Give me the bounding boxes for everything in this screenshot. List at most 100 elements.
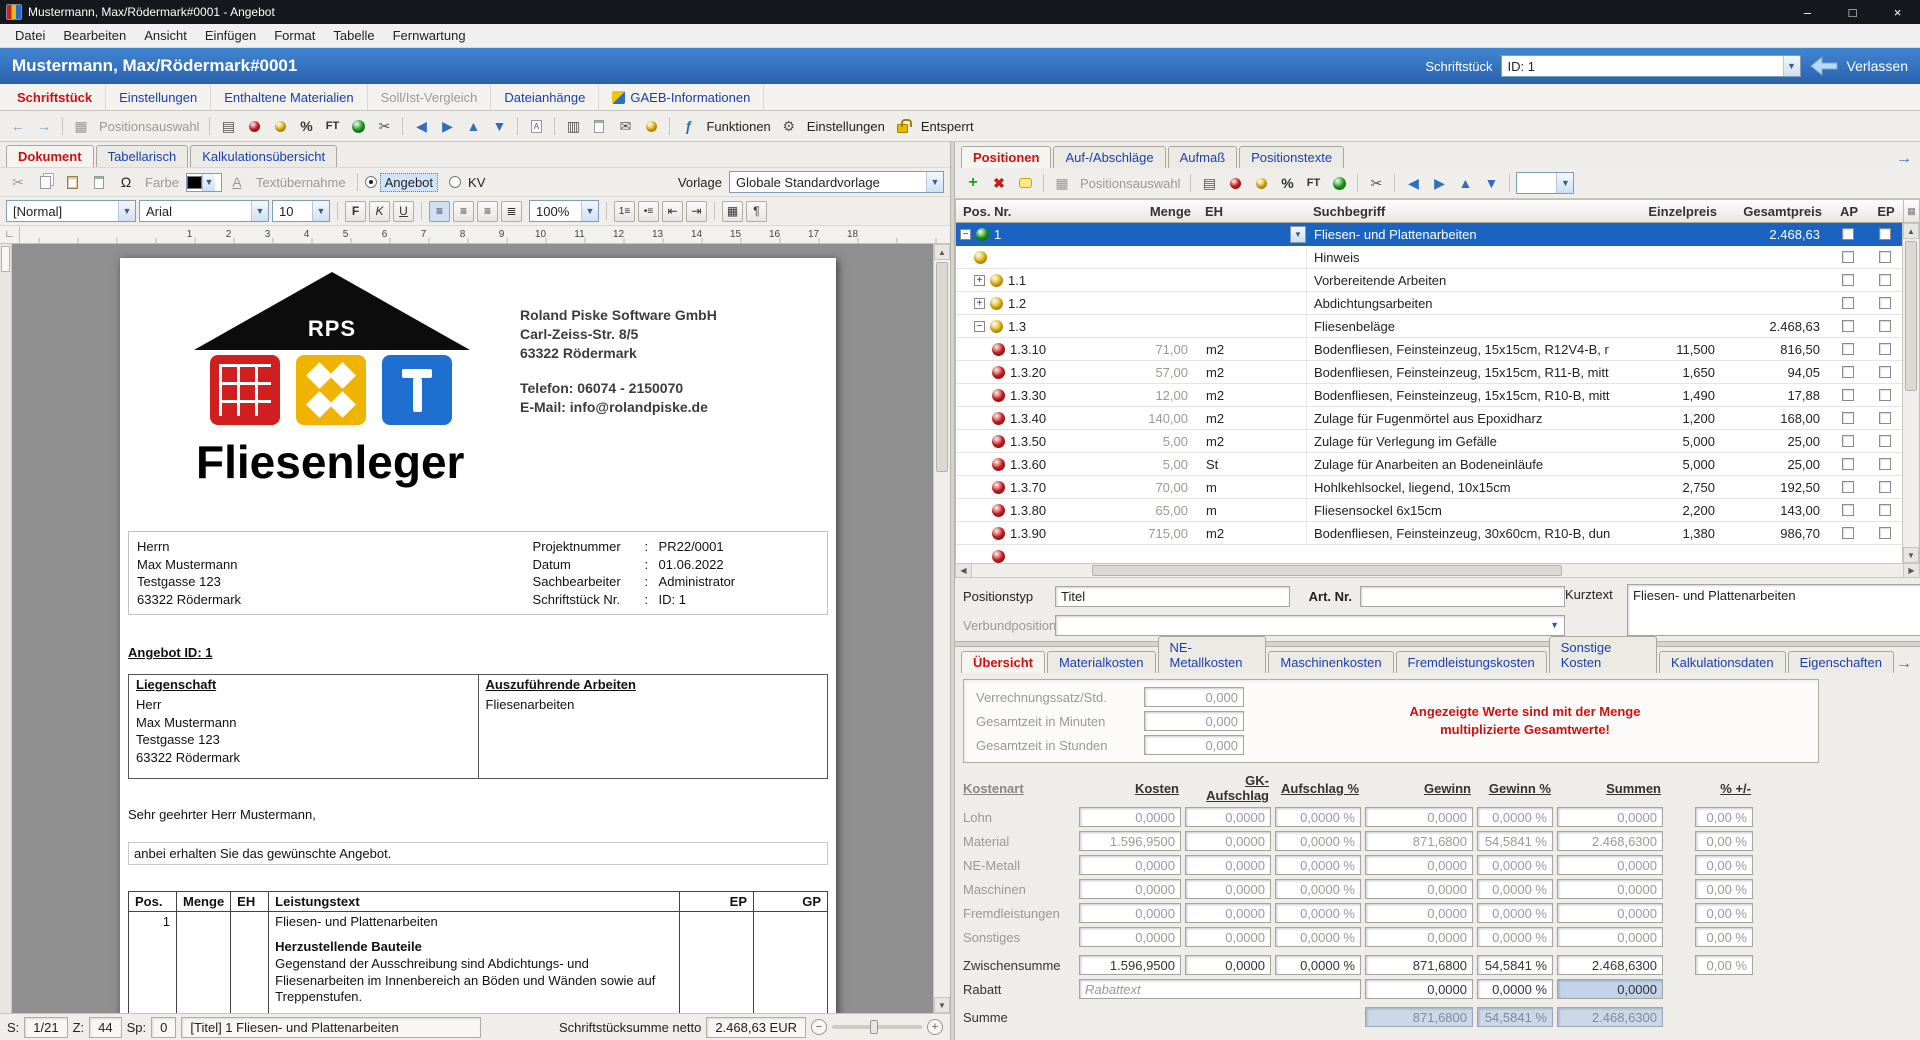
summen-field[interactable]: 2.468,6300 (1557, 955, 1663, 975)
ap-checkbox[interactable] (1842, 251, 1854, 263)
percent-icon[interactable]: % (1275, 172, 1299, 194)
summen-field[interactable]: 0,0000 (1557, 879, 1663, 899)
back-arrow-icon[interactable] (1809, 56, 1839, 76)
zoom-out-icon[interactable]: − (811, 1019, 827, 1035)
chevron-down-icon[interactable]: ▼ (581, 201, 598, 221)
ap-checkbox[interactable] (1842, 435, 1854, 447)
table-grid-icon[interactable]: ▦ (722, 201, 743, 222)
gesamtzeit-stunden-field[interactable]: 0,000 (1144, 735, 1244, 755)
tab-stop-selector[interactable]: ∟ (0, 226, 20, 243)
expand-icon[interactable] (974, 298, 985, 309)
chevron-down-icon[interactable]: ▼ (1556, 173, 1573, 193)
position-row-title[interactable]: 1 ▼ Fliesen- und Plattenarbeiten 2.468,6… (956, 223, 1902, 246)
tab-positionen[interactable]: Positionen (961, 146, 1051, 168)
pct-change-field[interactable]: 0,00 % (1695, 855, 1753, 875)
summen-field[interactable]: 0,0000 (1557, 927, 1663, 947)
tab-aufmass[interactable]: Aufmaß (1168, 146, 1238, 168)
summen-field[interactable]: 0,0000 (1557, 807, 1663, 827)
col-suchbegriff[interactable]: Suchbegriff (1306, 204, 1629, 219)
positions-vertical-scrollbar[interactable]: ▲ ▼ (1902, 223, 1919, 563)
gewinn-field[interactable]: 871,6800 (1365, 831, 1473, 851)
panel-expand-icon[interactable]: → (1896, 150, 1914, 168)
cut-icon[interactable]: ✂ (6, 171, 30, 193)
col-menge[interactable]: Menge (1106, 204, 1198, 219)
position-row-item[interactable]: 1.3.50 5,00 m2 Zulage für Verlegung im G… (956, 430, 1902, 453)
document-page[interactable]: RPS Fliesenleger (120, 258, 836, 1013)
entsperrt-button[interactable]: Entsperrt (917, 119, 978, 134)
tab-ne-metallkosten[interactable]: NE-Metallkosten (1158, 636, 1267, 673)
percent-icon[interactable]: % (294, 115, 318, 137)
gewinn-pct-field[interactable]: 0,0000 % (1477, 979, 1553, 999)
angebot-radio[interactable] (365, 176, 377, 188)
scroll-right-icon[interactable]: ▶ (1903, 564, 1919, 577)
chevron-down-icon[interactable]: ▼ (1783, 56, 1800, 76)
funktionen-button[interactable]: Funktionen (702, 119, 774, 134)
position-row-group[interactable]: 1.2 Abdichtungsarbeiten (956, 292, 1902, 315)
scrollbar-thumb[interactable] (1905, 241, 1917, 391)
ap-checkbox[interactable] (1842, 527, 1854, 539)
scroll-down-icon[interactable]: ▼ (934, 997, 950, 1013)
gewinn-field[interactable]: 0,0000 (1365, 807, 1473, 827)
ep-checkbox[interactable] (1879, 251, 1891, 263)
aufschlag-pct-field[interactable]: 0,0000 % (1275, 831, 1361, 851)
nav-left-icon[interactable]: ◀ (1401, 172, 1425, 194)
report-icon[interactable]: ▥ (561, 115, 585, 137)
scroll-down-icon[interactable]: ▼ (1903, 547, 1919, 563)
print-icon[interactable]: ▤ (1197, 172, 1221, 194)
tab-tabellarisch[interactable]: Tabellarisch (96, 145, 189, 167)
gewinn-pct-field[interactable]: 0,0000 % (1477, 903, 1553, 923)
ep-checkbox[interactable] (1879, 389, 1891, 401)
nav-left-icon[interactable]: ◀ (409, 115, 433, 137)
gk-aufschlag-field[interactable]: 0,0000 (1185, 807, 1271, 827)
globe-icon[interactable] (346, 115, 370, 137)
gk-aufschlag-field[interactable]: 0,0000 (1185, 831, 1271, 851)
bullet-list-icon[interactable]: •≡ (638, 201, 659, 222)
document-vertical-scrollbar[interactable]: ▲ ▼ (933, 244, 950, 1013)
col-pos-nr[interactable]: Pos. Nr. (956, 204, 1106, 219)
tab-uebersicht[interactable]: Übersicht (961, 651, 1045, 673)
expand-icon[interactable] (974, 275, 985, 286)
gewinn-pct-field[interactable]: 0,0000 % (1477, 855, 1553, 875)
indent-decrease-icon[interactable]: ⇤ (662, 201, 683, 222)
chevron-down-icon[interactable]: ▼ (1550, 620, 1559, 630)
col-gesamtpreis[interactable]: Gesamtpreis (1724, 204, 1829, 219)
zoom-slider[interactable] (832, 1025, 922, 1029)
pct-change-field[interactable]: 0,00 % (1695, 879, 1753, 899)
copy-icon[interactable] (33, 171, 57, 193)
nav-down-icon[interactable]: ▼ (1479, 172, 1503, 194)
indent-increase-icon[interactable]: ⇥ (686, 201, 707, 222)
document-scroll-area[interactable]: RPS Fliesenleger (12, 244, 933, 1013)
scroll-up-icon[interactable]: ▲ (934, 244, 950, 260)
position-row-item[interactable]: 1.3.30 12,00 m2 Bodenfliesen, Feinsteinz… (956, 384, 1902, 407)
tab-auf-abschlaege[interactable]: Auf-/Abschläge (1053, 146, 1165, 168)
position-row-item[interactable]: 1.3.70 70,00 m Hohlkehlsockel, liegend, … (956, 476, 1902, 499)
kosten-field[interactable]: 0,0000 (1079, 903, 1181, 923)
ft-icon[interactable]: FT (320, 115, 344, 137)
nav-right-icon[interactable]: ▶ (435, 115, 459, 137)
pct-change-field[interactable]: 0,00 % (1695, 955, 1753, 975)
ep-checkbox[interactable] (1879, 412, 1891, 424)
positions-horizontal-scrollbar[interactable]: ◀ ▶ (955, 563, 1920, 578)
insert-document-icon[interactable] (87, 171, 111, 193)
menu-item[interactable]: Format (265, 25, 324, 46)
verbundposition-select[interactable]: ▼ (1055, 615, 1565, 636)
gewinn-field[interactable]: 0,0000 (1365, 979, 1473, 999)
einstellungen-button[interactable]: Einstellungen (803, 119, 889, 134)
gewinn-field[interactable]: 0,0000 (1365, 903, 1473, 923)
aufschlag-pct-field[interactable]: 0,0000 % (1275, 855, 1361, 875)
paragraph-style-select[interactable]: [Normal] ▼ (6, 200, 136, 222)
ep-checkbox[interactable] (1879, 343, 1891, 355)
angebot-radio-label[interactable]: Angebot (380, 173, 438, 192)
ep-checkbox[interactable] (1879, 504, 1891, 516)
position-row-item[interactable]: 1.3.20 57,00 m2 Bodenfliesen, Feinsteinz… (956, 361, 1902, 384)
col-ap[interactable]: AP (1829, 204, 1869, 219)
italic-button[interactable]: K (369, 201, 390, 222)
scroll-left-icon[interactable]: ◀ (956, 564, 972, 577)
maximize-button[interactable]: □ (1830, 0, 1875, 24)
ft-icon[interactable]: FT (1301, 172, 1325, 194)
close-button[interactable]: × (1875, 0, 1920, 24)
gk-aufschlag-field[interactable]: 0,0000 (1185, 927, 1271, 947)
col-eh[interactable]: EH (1198, 204, 1306, 219)
verrechnungssatz-field[interactable]: 0,000 (1144, 687, 1244, 707)
nav-right-icon[interactable]: ▶ (1427, 172, 1451, 194)
